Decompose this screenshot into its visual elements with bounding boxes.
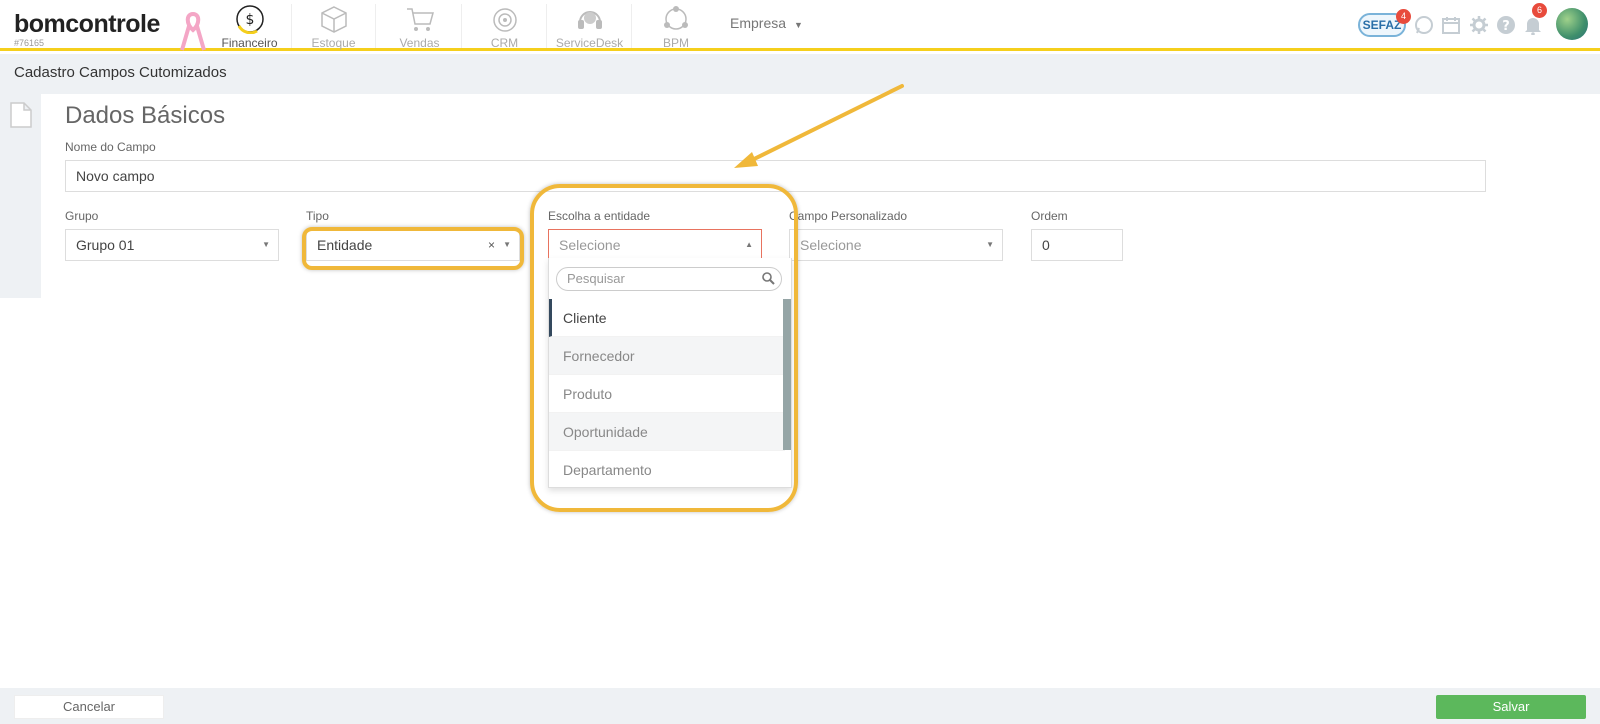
sefaz-badge: 4 bbox=[1396, 9, 1411, 24]
headset-icon bbox=[577, 11, 602, 29]
nav-module-label: ServiceDesk bbox=[555, 36, 624, 50]
caret-down-icon: ▼ bbox=[503, 240, 511, 249]
cancel-button[interactable]: Cancelar bbox=[14, 695, 164, 719]
caret-down-icon: ▼ bbox=[794, 20, 803, 30]
grupo-label: Grupo bbox=[65, 209, 99, 223]
top-navigation-bar: bomcontrole #76165 $ Financeiro Estoque … bbox=[0, 0, 1600, 51]
pink-ribbon-icon bbox=[180, 12, 206, 51]
entidade-placeholder: Selecione bbox=[559, 237, 621, 253]
nome-label: Nome do Campo bbox=[65, 140, 156, 154]
ordem-input[interactable]: 0 bbox=[1031, 229, 1123, 261]
process-icon bbox=[664, 6, 688, 30]
bell-icon[interactable] bbox=[1523, 15, 1543, 35]
company-menu-label: Empresa bbox=[730, 15, 787, 31]
dropdown-search-placeholder: Pesquisar bbox=[567, 271, 625, 286]
tipo-label: Tipo bbox=[306, 209, 329, 223]
sefaz-label: SEFAZ bbox=[1362, 18, 1402, 32]
entidade-label: Escolha a entidade bbox=[548, 209, 651, 223]
company-menu[interactable]: Empresa ▼ bbox=[730, 15, 803, 31]
save-button[interactable]: Salvar bbox=[1436, 695, 1586, 719]
dropdown-option-oportunidade[interactable]: Oportunidade bbox=[549, 413, 785, 451]
dollar-coin-icon: $ bbox=[235, 5, 264, 34]
entidade-select[interactable]: Selecione ▲ bbox=[548, 229, 762, 261]
nav-module-label: BPM bbox=[662, 36, 689, 50]
entidade-dropdown: Pesquisar Cliente Fornecedor Produto Opo… bbox=[548, 258, 792, 488]
nav-module-label: Vendas bbox=[399, 36, 440, 50]
cart-icon bbox=[406, 8, 434, 31]
nav-module-bpm[interactable]: BPM bbox=[634, 4, 718, 50]
box-icon bbox=[320, 6, 347, 33]
nav-module-vendas[interactable]: Vendas bbox=[378, 4, 462, 50]
nav-module-label: CRM bbox=[490, 36, 519, 50]
help-icon[interactable]: ? bbox=[1496, 15, 1516, 35]
dropdown-option-produto[interactable]: Produto bbox=[549, 375, 785, 413]
dropdown-option-cliente[interactable]: Cliente bbox=[549, 299, 785, 337]
nav-module-crm[interactable]: CRM bbox=[463, 4, 547, 50]
dropdown-search-input[interactable]: Pesquisar bbox=[556, 267, 782, 291]
dropdown-option-fornecedor[interactable]: Fornecedor bbox=[549, 337, 785, 375]
notifications-badge: 6 bbox=[1532, 3, 1547, 18]
gear-icon[interactable] bbox=[1469, 15, 1489, 35]
nav-module-label: Financeiro bbox=[221, 36, 278, 50]
footer-bar: Cancelar Salvar bbox=[0, 688, 1600, 724]
nav-module-servicedesk[interactable]: ServiceDesk bbox=[548, 4, 632, 50]
page-title: Cadastro Campos Cutomizados bbox=[14, 64, 227, 81]
svg-text:?: ? bbox=[1502, 19, 1510, 34]
tipo-select[interactable]: Entidade × ▼ bbox=[306, 229, 520, 261]
dropdown-options: Cliente Fornecedor Produto Oportunidade … bbox=[549, 299, 785, 488]
whatsapp-icon[interactable] bbox=[1414, 15, 1434, 35]
grupo-value: Grupo 01 bbox=[76, 237, 135, 253]
nav-module-estoque[interactable]: Estoque bbox=[292, 4, 376, 50]
nome-value: Novo campo bbox=[76, 168, 155, 184]
user-avatar[interactable] bbox=[1556, 8, 1588, 40]
ordem-label: Ordem bbox=[1031, 209, 1068, 223]
calendar-icon[interactable] bbox=[1441, 15, 1461, 35]
clear-icon[interactable]: × bbox=[488, 230, 495, 260]
caret-down-icon: ▼ bbox=[262, 240, 270, 249]
grupo-select[interactable]: Grupo 01 ▼ bbox=[65, 229, 279, 261]
campo-label: Campo Personalizado bbox=[789, 209, 908, 223]
target-icon bbox=[492, 8, 517, 32]
caret-down-icon: ▼ bbox=[986, 240, 994, 249]
nav-module-label: Estoque bbox=[311, 36, 356, 50]
brand-logo[interactable]: bomcontrole bbox=[14, 10, 160, 39]
campo-placeholder: Selecione bbox=[800, 237, 862, 253]
caret-up-icon: ▲ bbox=[745, 240, 753, 249]
tipo-value: Entidade bbox=[317, 237, 373, 253]
nav-module-financeiro[interactable]: $ Financeiro bbox=[208, 4, 292, 50]
account-id: #76165 bbox=[14, 38, 45, 48]
annotation-arrow-icon bbox=[734, 84, 904, 168]
dropdown-option-departamento[interactable]: Departamento bbox=[549, 451, 785, 488]
search-icon bbox=[762, 272, 775, 285]
dropdown-scrollbar[interactable] bbox=[783, 299, 791, 450]
svg-text:$: $ bbox=[245, 12, 254, 28]
section-title: Dados Básicos bbox=[65, 102, 226, 129]
document-icon bbox=[10, 102, 32, 128]
campo-select[interactable]: Selecione ▼ bbox=[789, 229, 1003, 261]
ordem-value: 0 bbox=[1042, 237, 1050, 253]
